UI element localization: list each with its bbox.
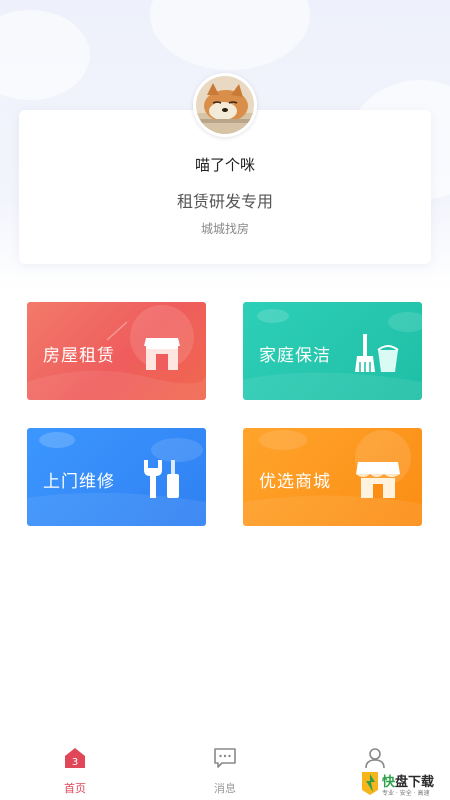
service-label: 家庭保洁 [259, 346, 331, 366]
user-company: 城城找房 [200, 222, 249, 236]
user-role: 租赁研发专用 [176, 192, 273, 211]
watermark-tagline: 专业 · 安全 · 高速 [382, 790, 430, 797]
tab-label: 首页 [64, 782, 86, 795]
service-label: 优选商城 [259, 472, 331, 492]
wrench-screwdriver-icon [144, 460, 179, 498]
home-screen: 喵了个咪 租赁研发专用 城城找房 房屋租赁 家庭保洁 上门维修 优选商城 3 首… [0, 0, 450, 800]
background-blob [0, 10, 90, 100]
watermark-badge-icon [362, 772, 378, 795]
home-icon: 3 [65, 748, 85, 768]
message-icon [214, 748, 236, 768]
tab-messages[interactable]: 消息 [150, 738, 300, 800]
house-icon [144, 338, 180, 370]
person-icon [365, 748, 385, 769]
dog-avatar-photo [193, 73, 257, 137]
service-label: 上门维修 [43, 472, 115, 492]
tab-label: 消息 [214, 782, 236, 795]
tab-home[interactable]: 3 首页 [0, 738, 150, 800]
service-label: 房屋租赁 [43, 346, 115, 366]
watermark-logo: 快盘下载 专业 · 安全 · 高速 [360, 768, 446, 798]
avatar[interactable] [193, 73, 257, 137]
service-tile-featured-mall[interactable]: 优选商城 [243, 428, 422, 526]
shop-icon [356, 462, 400, 498]
background-blob [150, 0, 310, 70]
svg-text:3: 3 [72, 757, 78, 768]
service-tile-home-cleaning[interactable]: 家庭保洁 [243, 302, 422, 400]
user-name: 喵了个咪 [194, 156, 255, 174]
service-tile-home-repair[interactable]: 上门维修 [27, 428, 206, 526]
broom-bucket-icon [355, 334, 399, 372]
service-tile-house-rental[interactable]: 房屋租赁 [27, 302, 206, 400]
